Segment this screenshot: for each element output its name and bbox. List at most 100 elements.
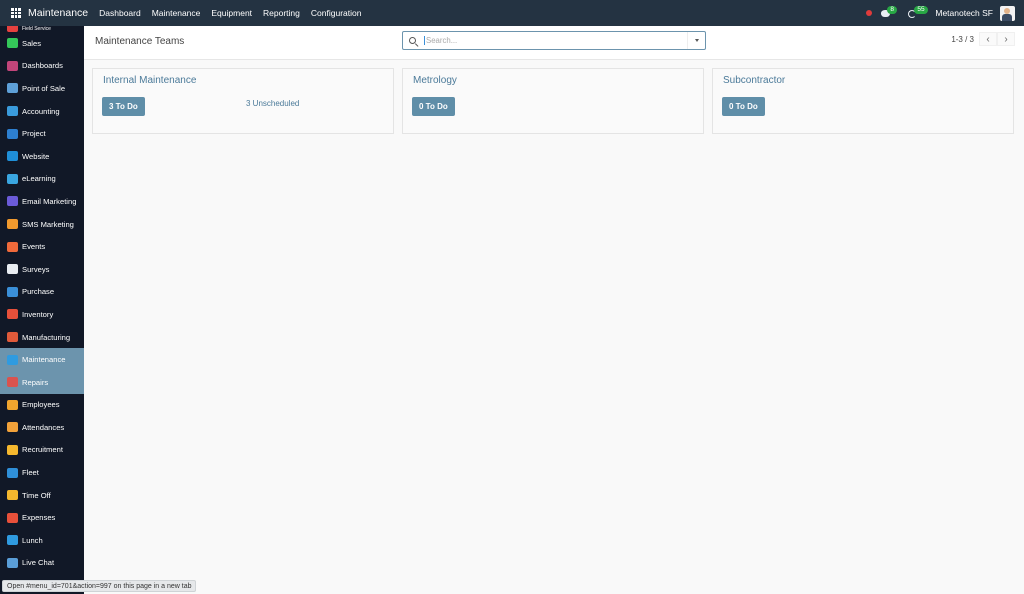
sidebar-item-elearning[interactable]: eLearning	[0, 168, 84, 191]
sidebar-item-point-of-sale[interactable]: Point of Sale	[0, 77, 84, 100]
sidebar-item-label: Inventory	[22, 309, 54, 319]
sidebar-item-events[interactable]: Events	[0, 235, 84, 258]
fleet-icon	[7, 467, 18, 478]
pager-previous-button[interactable]: ‹	[979, 32, 997, 46]
surveys-icon	[7, 264, 18, 275]
events-icon	[7, 241, 18, 252]
messages-count-badge: 8	[887, 6, 897, 14]
chevron-left-icon: ‹	[986, 33, 990, 45]
search-input[interactable]	[424, 36, 684, 45]
sidebar-item-label: Purchase	[22, 287, 55, 297]
sidebar-item-label: Manufacturing	[22, 332, 71, 342]
sidebar-item-time-off[interactable]: Time Off	[0, 484, 84, 507]
navbar-systray: 8 55 Metanotech SF	[866, 0, 1024, 26]
menu-maintenance[interactable]: Maintenance	[152, 8, 201, 18]
sidebar-item-expenses[interactable]: Expenses	[0, 506, 84, 529]
caret-down-icon	[694, 39, 699, 42]
team-card[interactable]: Internal Maintenance 3 To Do 3 Unschedul…	[92, 68, 394, 134]
sidebar-item-accounting[interactable]: Accounting	[0, 100, 84, 123]
sales-icon	[7, 38, 18, 49]
lunch-icon	[7, 535, 18, 546]
search-bar[interactable]	[402, 31, 706, 50]
team-name[interactable]: Subcontractor	[723, 75, 785, 86]
sidebar-item-label: Email Marketing	[22, 196, 77, 206]
unscheduled-link[interactable]: 3 Unscheduled	[246, 99, 299, 108]
app-title[interactable]: Maintenance	[28, 7, 88, 19]
status-bar-url: Open #menu_id=701&action=997 on this pag…	[2, 580, 197, 592]
todo-button[interactable]: 0 To Do	[412, 97, 455, 116]
sms-marketing-icon	[7, 219, 18, 230]
email-marketing-icon	[7, 196, 18, 207]
page-title: Maintenance Teams	[95, 36, 185, 47]
team-card[interactable]: Subcontractor 0 To Do	[712, 68, 1014, 134]
elearning-icon	[7, 173, 18, 184]
sidebar-item-label: Website	[22, 151, 50, 161]
top-navbar: Maintenance Dashboard Maintenance Equipm…	[0, 0, 1024, 26]
sidebar-item-live-chat[interactable]: Live Chat	[0, 552, 84, 575]
sidebar-item-label: eLearning	[22, 174, 56, 184]
accounting-icon	[7, 106, 18, 117]
sidebar-item-email-marketing[interactable]: Email Marketing	[0, 190, 84, 213]
pager-value[interactable]: 1-3 / 3	[951, 35, 974, 44]
sidebar-item-inventory[interactable]: Inventory	[0, 303, 84, 326]
team-name[interactable]: Metrology	[413, 75, 457, 86]
menu-dashboard[interactable]: Dashboard	[99, 8, 141, 18]
sidebar-item-label: Surveys	[22, 264, 50, 274]
sidebar-item-surveys[interactable]: Surveys	[0, 258, 84, 281]
sidebar-item-label: Lunch	[22, 535, 43, 545]
chevron-right-icon: ›	[1004, 33, 1008, 45]
sidebar-item-sms-marketing[interactable]: SMS Marketing	[0, 213, 84, 236]
time-off-icon	[7, 490, 18, 501]
menu-reporting[interactable]: Reporting	[263, 8, 300, 18]
sidebar-item-label: Dashboards	[22, 61, 63, 71]
team-card[interactable]: Metrology 0 To Do	[402, 68, 704, 134]
sidebar-item-manufacturing[interactable]: Manufacturing	[0, 326, 84, 349]
inventory-icon	[7, 309, 18, 320]
recording-indicator-icon[interactable]	[866, 10, 873, 16]
sidebar-item-website[interactable]: Website	[0, 145, 84, 168]
user-avatar[interactable]	[1000, 5, 1015, 21]
sidebar-item-lunch[interactable]: Lunch	[0, 529, 84, 552]
company-switcher[interactable]: Metanotech SF	[935, 8, 993, 18]
sidebar-item-label: Accounting	[22, 106, 60, 116]
sidebar-item-label: Project	[22, 129, 46, 139]
sidebar-item-attendances[interactable]: Attendances	[0, 416, 84, 439]
point-of-sale-icon	[7, 83, 18, 94]
activities-button[interactable]: 55	[908, 6, 928, 19]
sidebar-item-purchase[interactable]: Purchase	[0, 281, 84, 304]
sidebar-item-maintenance[interactable]: Maintenance	[0, 348, 84, 371]
search-options-toggle[interactable]	[687, 32, 705, 49]
sidebar-item-label: Point of Sale	[22, 83, 66, 93]
messages-button[interactable]: 8	[881, 6, 897, 19]
sidebar-item-employees[interactable]: Employees	[0, 394, 84, 417]
purchase-icon	[7, 286, 18, 297]
sidebar-item-recruitment[interactable]: Recruitment	[0, 439, 84, 462]
sidebar-item-label: Events	[22, 242, 46, 252]
sidebar-item-repairs[interactable]: Repairs	[0, 370, 84, 394]
todo-button[interactable]: 3 To Do	[102, 97, 145, 116]
repairs-icon	[7, 377, 18, 388]
sidebar-item-label: Maintenance	[22, 355, 66, 365]
team-name[interactable]: Internal Maintenance	[103, 75, 196, 86]
sidebar-item-sales[interactable]: Sales	[0, 32, 84, 55]
todo-button[interactable]: 0 To Do	[722, 97, 765, 116]
sidebar-item-fleet[interactable]: Fleet	[0, 461, 84, 484]
kanban-view: Internal Maintenance 3 To Do 3 Unschedul…	[92, 68, 1022, 134]
sidebar-item-label: Recruitment	[22, 445, 63, 455]
project-icon	[7, 128, 18, 139]
sidebar-item-label: Live Chat	[22, 558, 55, 568]
expenses-icon	[7, 512, 18, 523]
apps-grid-icon[interactable]	[11, 8, 21, 18]
activities-count-badge: 55	[914, 6, 928, 14]
sidebar-item-project[interactable]: Project	[0, 122, 84, 145]
menu-equipment[interactable]: Equipment	[211, 8, 252, 18]
sidebar-item-label: Fleet	[22, 468, 39, 478]
menu-configuration[interactable]: Configuration	[311, 8, 362, 18]
sidebar-item-label: SMS Marketing	[22, 219, 74, 229]
apps-sidebar: Field Service Sales Dashboards Point of Sal…	[0, 26, 84, 594]
sidebar-item-label: Sales	[22, 38, 41, 48]
pager: 1-3 / 3 ‹ ›	[951, 32, 1015, 46]
pager-next-button[interactable]: ›	[997, 32, 1015, 46]
sidebar-item-label: Time Off	[22, 490, 51, 500]
sidebar-item-dashboards[interactable]: Dashboards	[0, 55, 84, 78]
